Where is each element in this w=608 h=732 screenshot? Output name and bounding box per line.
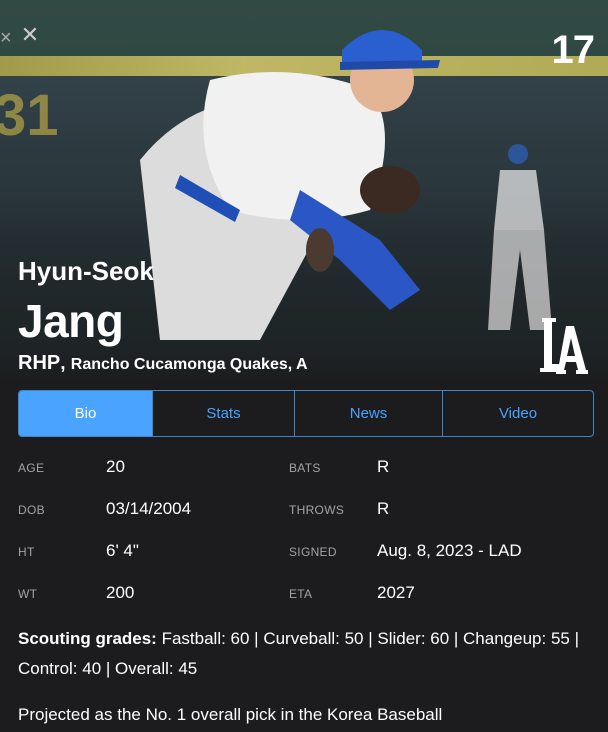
bio-text: Projected as the No. 1 overall pick in t… [18, 705, 443, 724]
signed-label: SIGNED [289, 545, 337, 559]
background-fielder [488, 144, 552, 330]
height-label: HT [18, 545, 35, 559]
player-position: RHP [18, 352, 61, 374]
age-label: AGE [18, 461, 45, 475]
scouting-grades: Scouting grades: Fastball: 60 | Curvebal… [18, 624, 590, 684]
player-team: Rancho Cucamonga Quakes, A [70, 356, 308, 373]
tab-news[interactable]: News [294, 391, 442, 436]
wall-number-decor: 31 [0, 83, 59, 148]
pitcher-figure [140, 30, 440, 340]
bats-label: BATS [289, 461, 321, 475]
eta-label: ETA [289, 587, 313, 601]
weight-value: 200 [106, 583, 135, 602]
bats-value: R [377, 457, 390, 476]
height-value: 6' 4" [106, 541, 139, 560]
dob-label: DOB [18, 503, 45, 517]
player-position-team: RHP, Rancho Cucamonga Quakes, A [18, 352, 308, 374]
signed-value: Aug. 8, 2023 - LAD [377, 541, 522, 560]
dob-value: 03/14/2004 [106, 499, 192, 518]
tab-stats[interactable]: Stats [152, 391, 294, 436]
close-icon[interactable]: ✕ [18, 24, 42, 48]
player-first-name: Hyun-Seok [18, 256, 154, 286]
jersey-number: 17 [551, 28, 595, 72]
age-value: 20 [106, 457, 125, 476]
dodgers-la-logo [540, 318, 588, 374]
scouting-heading: Scouting grades: [18, 629, 157, 648]
close-icon-secondary[interactable]: × [0, 28, 14, 48]
eta-value: 2027 [377, 583, 415, 602]
tab-video[interactable]: Video [442, 391, 593, 436]
profile-tabs: Bio Stats News Video [18, 390, 594, 437]
tab-bio[interactable]: Bio [19, 391, 152, 436]
player-last-name: Jang [18, 295, 124, 347]
throws-value: R [377, 499, 390, 518]
throws-label: THROWS [289, 503, 345, 517]
weight-label: WT [18, 587, 38, 601]
